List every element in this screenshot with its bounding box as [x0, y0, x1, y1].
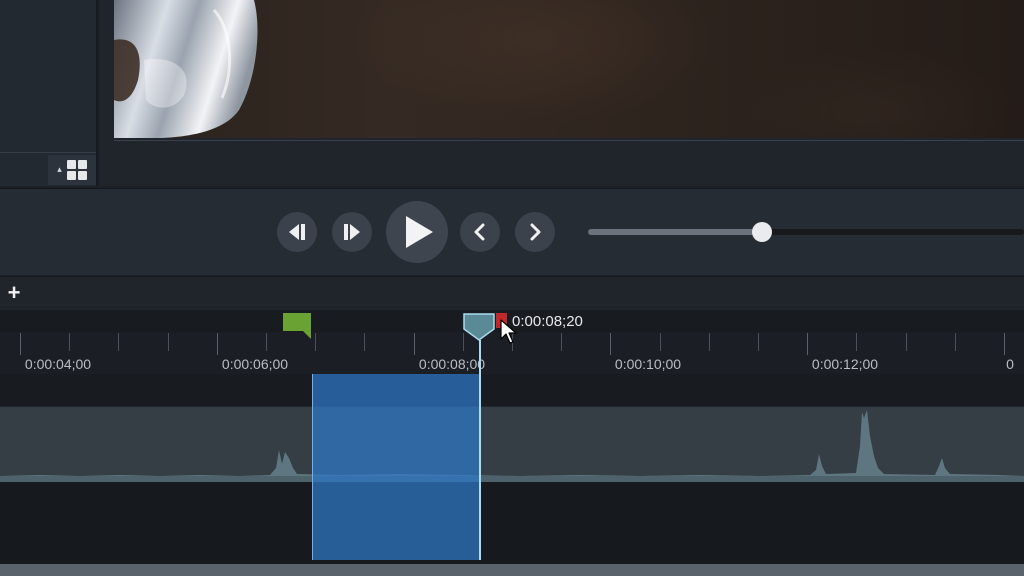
caret-up-icon: ▴ — [57, 163, 62, 174]
chevron-left-icon — [474, 223, 485, 241]
step-forward-button[interactable] — [332, 212, 372, 252]
playhead-time-label: 0:00:08;20 — [512, 313, 583, 330]
video-frame-image — [114, 0, 258, 138]
playhead-line — [479, 340, 481, 560]
audio-waveform — [0, 410, 1024, 482]
ruler-label: 0:00:08;00 — [418, 356, 486, 372]
add-track-button[interactable]: + — [4, 281, 24, 305]
grid-layout-icon — [66, 160, 87, 180]
ruler-tick — [856, 333, 857, 351]
ruler-tick — [561, 333, 562, 351]
ruler-tick — [660, 333, 661, 351]
ruler-tick — [364, 333, 365, 351]
ruler-tick — [610, 333, 611, 355]
timeline-toolbar — [0, 276, 1024, 311]
mouse-pointer-icon — [500, 319, 517, 344]
ruler-label: 0:00:12;00 — [811, 356, 879, 372]
ruler-tick — [709, 333, 710, 351]
ruler-tick — [118, 333, 119, 351]
ruler-tick — [807, 333, 808, 355]
next-clip-button[interactable] — [515, 212, 555, 252]
play-icon — [406, 216, 433, 248]
ruler-tick — [414, 333, 415, 355]
layout-toggle-button[interactable]: ▴ — [48, 155, 96, 185]
ruler-label: 0:00:10;00 — [614, 356, 682, 372]
ruler-tick — [1004, 333, 1005, 355]
ruler-label: 0 — [1006, 356, 1014, 372]
scrub-bar-progress — [588, 229, 763, 235]
ruler-label: 0:00:06;00 — [221, 356, 289, 372]
ruler-tick — [758, 333, 759, 351]
ruler-tick — [315, 333, 316, 351]
timeline-scrollbar[interactable] — [0, 564, 1024, 576]
timeline-selection-range[interactable] — [312, 374, 480, 560]
step-backward-icon — [289, 224, 305, 240]
previous-clip-button[interactable] — [460, 212, 500, 252]
ruler-tick — [906, 333, 907, 351]
video-track[interactable] — [0, 482, 1024, 564]
ruler-tick — [955, 333, 956, 351]
step-backward-button[interactable] — [277, 212, 317, 252]
ruler-tick — [69, 333, 70, 351]
panel-divider — [0, 152, 96, 153]
play-button[interactable] — [386, 201, 448, 263]
video-preview-canvas[interactable] — [114, 0, 1024, 138]
ruler-tick — [266, 333, 267, 351]
ruler-tick — [217, 333, 218, 355]
preview-divider — [114, 140, 1024, 141]
playhead-handle[interactable] — [463, 313, 495, 341]
step-forward-icon — [344, 224, 360, 240]
ruler-tick — [168, 333, 169, 351]
empty-track[interactable] — [0, 374, 1024, 406]
ruler-label: 0:00:04;00 — [24, 356, 92, 372]
selection-start-marker[interactable] — [283, 313, 311, 339]
ruler-tick — [20, 333, 21, 355]
chevron-right-icon — [530, 223, 541, 241]
